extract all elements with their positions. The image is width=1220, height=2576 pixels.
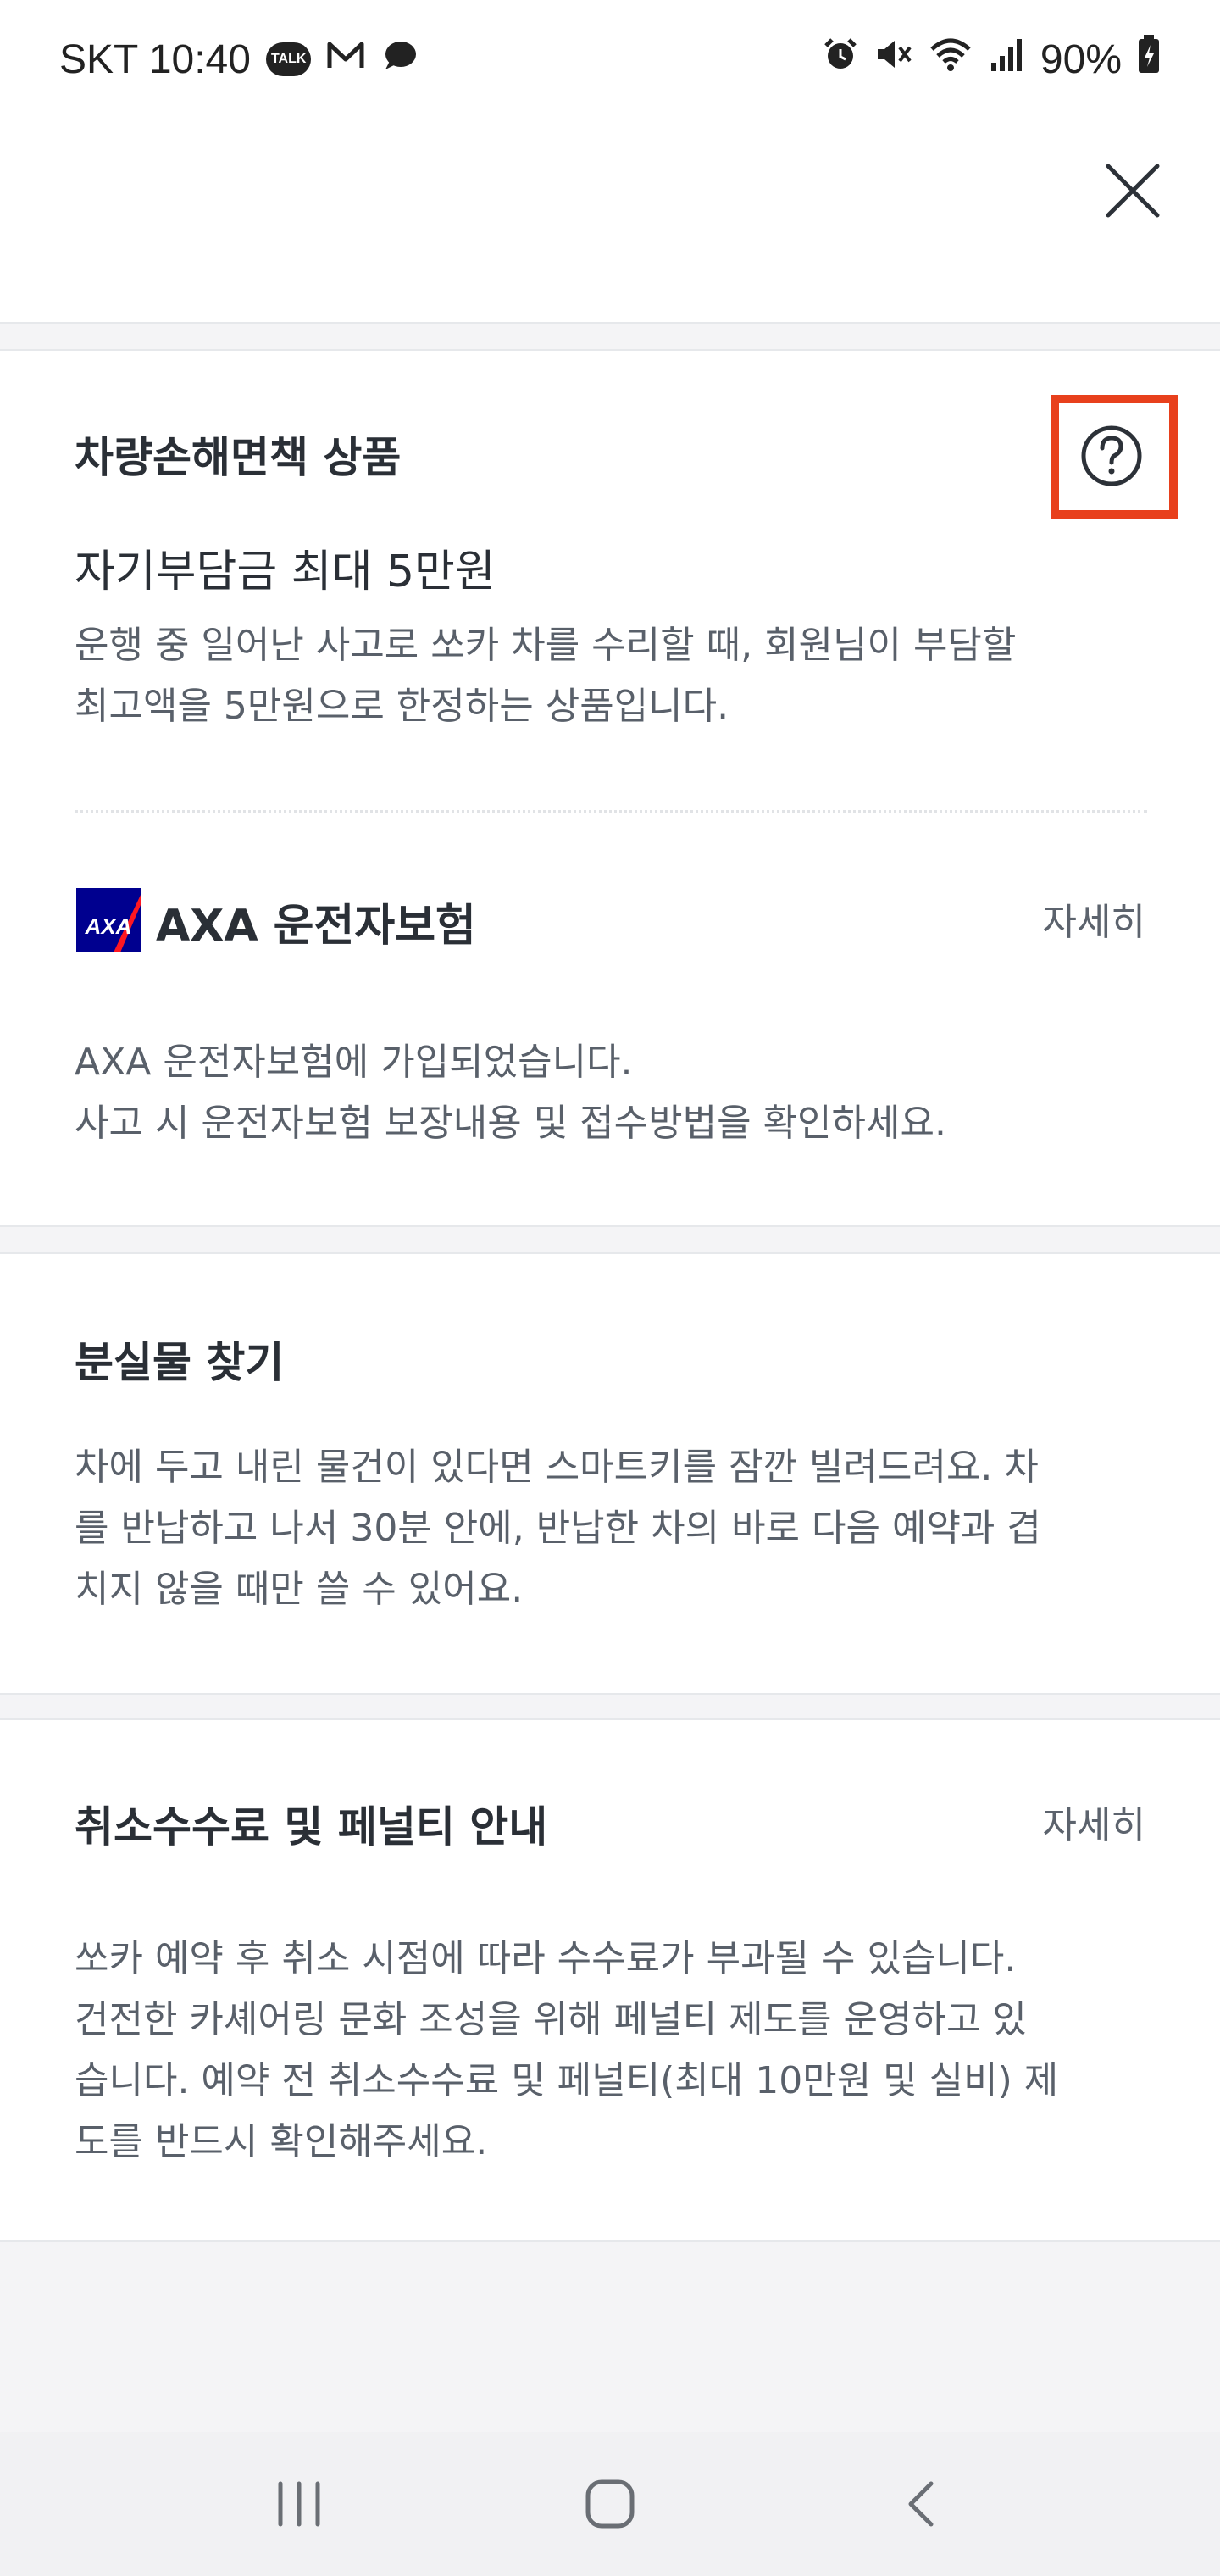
status-bar: SKT 10:40 TALK 90%	[0, 0, 1220, 119]
axa-insurance-title: AXA 운전자보험	[156, 901, 476, 952]
recent-apps-icon	[278, 2481, 320, 2527]
cancel-fee-description: 쏘카 예약 후 취소 시점에 따라 수수료가 부과될 수 있습니다. 건전한 카…	[75, 1929, 1151, 2173]
axa-description: AXA 운전자보험에 가입되었습니다. 사고 시 운전자보험 보장내용 및 접수…	[75, 1032, 1151, 1154]
lost-items-description-line: 차에 두고 내린 물건이 있다면 스마트키를 잠깐 빌려드려요. 차	[75, 1446, 1039, 1489]
close-button[interactable]	[1095, 153, 1171, 229]
axa-logo: AXA	[76, 888, 141, 952]
axa-description-line: 사고 시 운전자보험 보장내용 및 접수방법을 확인하세요.	[75, 1102, 946, 1145]
carrier-time: SKT 10:40	[59, 36, 251, 82]
cancel-fee-description-line: 습니다. 예약 전 취소수수료 및 페널티(최대 10만원 및 실비) 제	[75, 2059, 1059, 2102]
home-icon	[585, 2479, 635, 2529]
back-icon	[908, 2481, 934, 2527]
cancel-fee-detail-link[interactable]: 자세히	[1043, 1795, 1145, 1849]
axa-description-line: AXA 운전자보험에 가입되었습니다.	[75, 1041, 633, 1084]
plan-name: 자기부담금 최대 5만원	[75, 547, 496, 597]
mute-icon	[874, 36, 913, 83]
lost-items-description-line: 를 반납하고 나서 30분 안에, 반납한 차의 바로 다음 예약과 겹	[75, 1507, 1041, 1550]
status-right: 90%	[822, 35, 1161, 84]
close-icon	[1106, 164, 1160, 218]
divider	[75, 810, 1147, 813]
help-highlight-box	[1051, 395, 1178, 519]
home-button[interactable]	[559, 2453, 661, 2555]
battery-percent: 90%	[1040, 36, 1122, 82]
insurance-description-line: 운행 중 일어난 사고로 쏘카 차를 수리할 때, 회원님이 부담할	[75, 624, 1017, 667]
lost-items-description-line: 치지 않을 때만 쓸 수 있어요.	[75, 1568, 524, 1611]
insurance-card-title: 차량손해면책 상품	[75, 433, 402, 482]
recent-apps-button[interactable]	[248, 2453, 350, 2555]
cancel-fee-description-line: 도를 반드시 확인해주세요.	[75, 2120, 488, 2163]
axa-logo-text: AXA	[85, 913, 132, 939]
talk-icon: TALK	[265, 42, 312, 76]
alarm-icon	[822, 36, 859, 83]
back-button[interactable]	[870, 2453, 972, 2555]
cancel-fee-description-line: 쏘카 예약 후 취소 시점에 따라 수수료가 부과될 수 있습니다.	[75, 1937, 1017, 1980]
system-nav-bar	[0, 2432, 1220, 2576]
insurance-description: 운행 중 일어난 사고로 쏘카 차를 수리할 때, 회원님이 부담할 최고액을 …	[75, 615, 1151, 737]
insurance-description-line: 최고액을 5만원으로 한정하는 상품입니다.	[75, 685, 729, 728]
cancel-fee-description-line: 건전한 카셰어링 문화 조성을 위해 페널티 제도를 운영하고 있	[75, 1998, 1027, 2041]
lost-items-description: 차에 두고 내린 물건이 있다면 스마트키를 잠깐 빌려드려요. 차 를 반납하…	[75, 1437, 1151, 1620]
wifi-icon	[929, 36, 973, 83]
lost-items-title: 분실물 찾기	[75, 1338, 285, 1387]
screen: SKT 10:40 TALK 90% 차량손해면책 상품 자기부담금 최대 5만…	[0, 0, 1220, 2576]
battery-icon	[1137, 35, 1161, 84]
top-bar	[0, 119, 1220, 263]
cancel-fee-title: 취소수수료 및 페널티 안내	[75, 1802, 548, 1852]
mail-icon	[326, 36, 365, 83]
signal-icon	[988, 36, 1025, 83]
status-left: SKT 10:40 TALK	[59, 36, 418, 83]
axa-detail-link[interactable]: 자세히	[1043, 891, 1145, 946]
chat-bubble-icon	[380, 36, 418, 83]
previous-card-tail	[0, 263, 1220, 324]
